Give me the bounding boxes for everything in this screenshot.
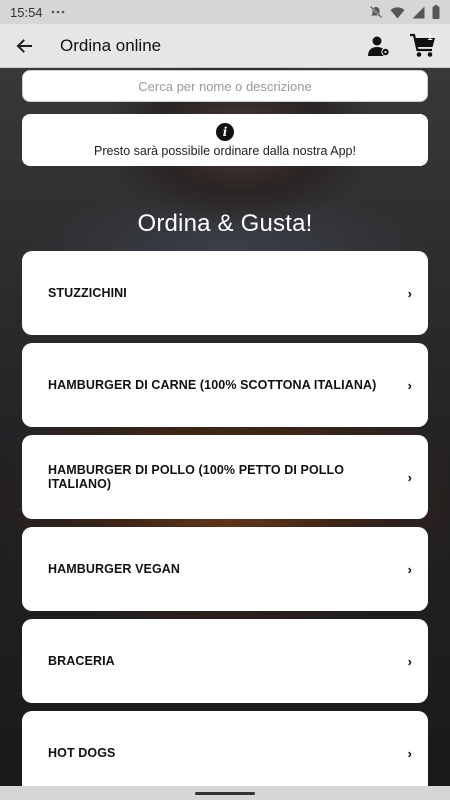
wifi-icon [390,6,405,18]
category-label: HAMBURGER VEGAN [48,562,181,576]
cart-button[interactable]: 1 [408,31,438,61]
cart-count-badge: 1 [427,31,433,42]
notification-dots-icon [51,10,64,14]
category-list: STUZZICHINI › HAMBURGER DI CARNE (100% S… [22,251,428,786]
category-item-hamburger-pollo[interactable]: HAMBURGER DI POLLO (100% PETTO DI POLLO … [22,435,428,519]
chevron-right-icon: › [407,469,412,485]
category-label: HOT DOGS [48,746,116,760]
notice-text: Presto sarà possibile ordinare dalla nos… [94,143,356,158]
chevron-right-icon: › [407,653,412,669]
chevron-right-icon: › [407,745,412,761]
category-label: HAMBURGER DI CARNE (100% SCOTTONA ITALIA… [48,378,377,392]
category-item-hamburger-carne[interactable]: HAMBURGER DI CARNE (100% SCOTTONA ITALIA… [22,343,428,427]
category-item-braceria[interactable]: BRACERIA › [22,619,428,703]
home-gesture-handle[interactable] [195,791,255,795]
search-input[interactable] [22,70,428,102]
category-item-hamburger-vegan[interactable]: HAMBURGER VEGAN › [22,527,428,611]
battery-icon [432,5,440,19]
back-arrow-icon [16,38,32,53]
app-bar: Ordina online 1 [0,24,450,68]
info-icon: i [216,122,234,141]
category-label: BRACERIA [48,654,115,668]
chevron-right-icon: › [407,285,412,301]
category-label: STUZZICHINI [48,286,127,300]
chevron-right-icon: › [407,377,412,393]
mute-icon [369,5,383,19]
category-item-hot-dogs[interactable]: HOT DOGS › [22,711,428,786]
user-icon [368,36,390,56]
status-time: 15:54 [10,4,43,20]
menu-content: i Presto sarà possibile ordinare dalla n… [0,68,450,786]
signal-icon [412,6,425,18]
category-label: HAMBURGER DI POLLO (100% PETTO DI POLLO … [48,463,345,491]
chevron-right-icon: › [407,561,412,577]
account-button[interactable] [364,31,394,61]
category-item-stuzzichini[interactable]: STUZZICHINI › [22,251,428,335]
app-notice-card: i Presto sarà possibile ordinare dalla n… [22,114,428,166]
status-bar: 15:54 [0,0,450,24]
section-heading: Ordina & Gusta! [137,210,313,237]
page-title: Ordina online [60,35,162,55]
back-button[interactable] [12,34,36,58]
system-nav-bar [0,786,450,800]
